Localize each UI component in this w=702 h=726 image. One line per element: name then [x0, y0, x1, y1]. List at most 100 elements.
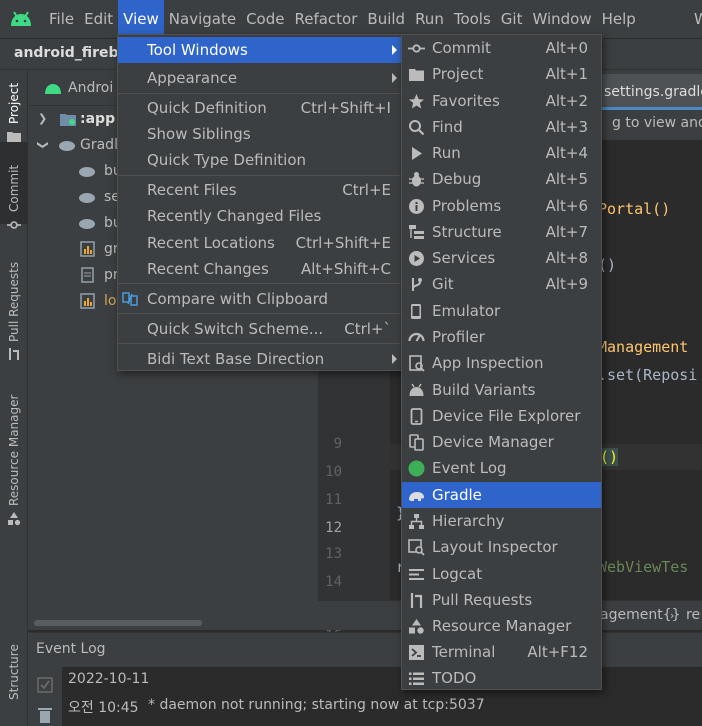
tool-window-layout-inspector[interactable]: Layout Inspector — [402, 534, 601, 560]
editor-tab-settings-gradle[interactable]: settings.gradle — [600, 74, 702, 110]
menu-window[interactable]: Window — [527, 0, 596, 38]
info-icon — [409, 199, 424, 214]
menu-refactor[interactable]: Refactor — [289, 0, 362, 38]
tool-window-hierarchy[interactable]: Hierarchy — [402, 508, 601, 534]
tool-window-commit[interactable]: Commit Alt+0 — [402, 35, 601, 61]
chevron-right-icon: ❯ — [38, 112, 48, 125]
tool-window-shortcut: Alt+1 — [545, 65, 588, 83]
menu-item-tool-windows[interactable]: Tool Windows — [118, 37, 403, 63]
gauge-icon — [408, 332, 425, 342]
menu-item-quick-type-definition[interactable]: Quick Type Definition — [118, 147, 403, 173]
menu-item-label: Show Siblings — [147, 125, 251, 143]
gradle-icon — [59, 141, 75, 151]
strip-tab-pull-requests[interactable]: Pull Requests — [7, 262, 21, 342]
event-log-icon — [408, 460, 425, 477]
menu-item-show-siblings[interactable]: Show Siblings — [118, 121, 403, 147]
tool-window-emulator[interactable]: Emulator — [402, 298, 601, 324]
tool-window-gradle[interactable]: Gradle — [402, 482, 601, 508]
todo-icon — [409, 672, 424, 685]
line-number: 13 — [325, 546, 342, 562]
tool-window-project[interactable]: Project Alt+1 — [402, 61, 601, 87]
strip-tab-commit[interactable]: Commit — [7, 165, 21, 212]
line-number: 9 — [333, 436, 342, 452]
event-log-time: 오전 10:45 — [68, 700, 139, 716]
scrollbar-thumb[interactable] — [34, 620, 202, 626]
resource-manager-icon — [409, 619, 424, 634]
breadcrumb-item[interactable]: re — [686, 607, 700, 623]
menu-item-recent-changes[interactable]: Recent Changes Alt+Shift+C — [118, 256, 403, 282]
tool-window-todo[interactable]: TODO — [402, 665, 601, 691]
trash-icon[interactable] — [38, 707, 52, 723]
line-number: 11 — [325, 492, 342, 508]
properties-file-icon — [80, 293, 95, 309]
gradle-file-icon — [79, 167, 95, 177]
tool-window-logcat[interactable]: Logcat — [402, 561, 601, 587]
menu-item-recently-changed-files[interactable]: Recently Changed Files — [118, 203, 403, 229]
submenu-arrow-icon — [392, 45, 397, 55]
tool-window-run[interactable]: Run Alt+4 — [402, 140, 601, 166]
event-log-message: * daemon not running; starting now at tc… — [148, 697, 485, 713]
tool-window-label: Project — [432, 65, 484, 83]
menu-separator — [118, 283, 403, 284]
tool-window-event-log[interactable]: Event Log — [402, 455, 601, 481]
strip-tab-resource-manager[interactable]: Resource Manager — [7, 395, 21, 506]
menu-item-recent-locations[interactable]: Recent Locations Ctrl+Shift+E — [118, 230, 403, 256]
menu-git[interactable]: Git — [496, 0, 528, 38]
tool-window-favorites[interactable]: Favorites Alt+2 — [402, 88, 601, 114]
tool-window-debug[interactable]: Debug Alt+5 — [402, 166, 601, 192]
menu-tools[interactable]: Tools — [449, 0, 496, 38]
module-folder-icon — [60, 114, 76, 126]
code-token: .set(Reposi — [598, 366, 698, 384]
code-token: WebViewTes — [598, 558, 689, 576]
checkmark-icon[interactable] — [37, 677, 53, 693]
menu-help[interactable]: Help — [597, 0, 641, 38]
chevron-down-icon: ❯ — [36, 140, 50, 150]
line-number: 10 — [325, 464, 342, 480]
project-title: android_fireba — [14, 45, 129, 61]
tool-window-terminal[interactable]: Terminal Alt+F12 — [402, 639, 601, 665]
strip-tab-structure[interactable]: Structure — [7, 644, 21, 700]
menu-item-label: Recent Locations — [147, 234, 275, 252]
menu-item-label: Recent Files — [147, 181, 237, 199]
menu-item-quick-switch-scheme[interactable]: Quick Switch Scheme... Ctrl+` — [118, 316, 403, 342]
tool-window-shortcut: Alt+8 — [545, 249, 588, 267]
menu-file[interactable]: File — [44, 0, 79, 38]
menu-item-quick-definition[interactable]: Quick Definition Ctrl+Shift+I — [118, 95, 403, 121]
tool-window-label: App Inspection — [432, 354, 544, 372]
tool-window-build-variants[interactable]: Build Variants — [402, 377, 601, 403]
tool-window-label: Profiler — [432, 328, 485, 346]
tool-window-resource-manager[interactable]: Resource Manager — [402, 613, 601, 639]
strip-tab-project[interactable]: Project — [7, 83, 21, 124]
tool-window-services[interactable]: Services Alt+8 — [402, 245, 601, 271]
menu-item-label: Quick Type Definition — [147, 151, 307, 169]
tool-window-profiler[interactable]: Profiler — [402, 324, 601, 350]
tool-window-pull-requests[interactable]: Pull Requests — [402, 587, 601, 613]
menu-edit[interactable]: Edit — [79, 0, 118, 38]
tree-label: Gradl — [80, 137, 118, 153]
menu-item-bidi-text-base-direction[interactable]: Bidi Text Base Direction — [118, 346, 403, 372]
menu-item-appearance[interactable]: Appearance — [118, 65, 403, 91]
menu-run[interactable]: Run — [410, 0, 449, 38]
menu-code[interactable]: Code — [241, 0, 289, 38]
breadcrumb-item[interactable]: agement{} — [600, 607, 681, 623]
tool-window-device-file-explorer[interactable]: Device File Explorer — [402, 403, 601, 429]
chevron-right-icon: › — [670, 609, 675, 622]
menu-view[interactable]: View — [118, 0, 164, 38]
tool-window-problems[interactable]: Problems Alt+6 — [402, 193, 601, 219]
pull-request-icon — [410, 593, 423, 608]
tool-window-device-manager[interactable]: Device Manager — [402, 429, 601, 455]
menu-build[interactable]: Build — [362, 0, 410, 38]
menu-item-compare-with-clipboard[interactable]: Compare with Clipboard — [118, 286, 403, 312]
menu-separator — [118, 93, 403, 94]
project-horizontal-scrollbar[interactable] — [28, 618, 318, 628]
tool-window-git[interactable]: Git Alt+9 — [402, 271, 601, 297]
tool-window-app-inspection[interactable]: App Inspection — [402, 350, 601, 376]
menu-separator — [118, 313, 403, 314]
tool-window-find[interactable]: Find Alt+3 — [402, 114, 601, 140]
menu-item-shortcut: Ctrl+Shift+I — [300, 99, 391, 117]
project-view-selector[interactable]: Androi — [68, 80, 113, 96]
tool-window-label: Gradle — [432, 486, 482, 504]
menu-item-recent-files[interactable]: Recent Files Ctrl+E — [118, 177, 403, 203]
tool-window-structure[interactable]: Structure Alt+7 — [402, 219, 601, 245]
menu-navigate[interactable]: Navigate — [164, 0, 241, 38]
